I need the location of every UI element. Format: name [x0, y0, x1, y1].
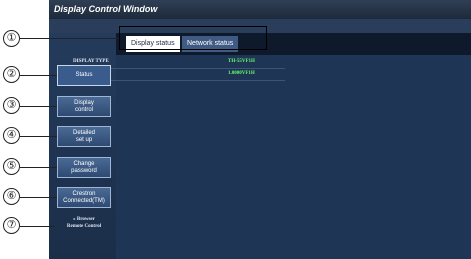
- change-password-label-line2: password: [71, 167, 97, 174]
- status-button-label: Status: [75, 72, 93, 78]
- detailed-setup-label-line2: set up: [75, 136, 93, 143]
- change-password-button[interactable]: Change password: [57, 157, 111, 178]
- status-button[interactable]: Status: [57, 65, 111, 86]
- display-control-label-line1: Display: [74, 99, 94, 106]
- change-password-label-line1: Change: [73, 160, 95, 167]
- callout-1: ①: [3, 30, 20, 47]
- detailed-setup-button[interactable]: Detailed set up: [57, 126, 111, 147]
- crestron-label-line2: Connected(TM): [63, 197, 105, 204]
- callout-5-leader: [20, 167, 57, 168]
- window-title: Display Control Window: [49, 0, 471, 19]
- callout-4-leader: [20, 136, 57, 137]
- display-control-label-line2: control: [74, 106, 93, 113]
- callout-3-leader: [20, 106, 57, 107]
- browser-remote-control-link[interactable]: » Browser Remote Control: [55, 216, 113, 230]
- detailed-setup-label-line1: Detailed: [72, 129, 95, 136]
- callout-1-leader: [20, 38, 119, 39]
- callout-7-leader: [20, 226, 55, 227]
- callout-2: ②: [3, 66, 20, 83]
- display-type-value: TH-55VF1H: [228, 59, 255, 64]
- crestron-button[interactable]: Crestron Connected(TM): [57, 187, 111, 208]
- browser-link-line1: » Browser: [73, 217, 95, 222]
- display-control-button[interactable]: Display control: [57, 96, 111, 117]
- callout-3: ③: [3, 97, 20, 114]
- callout-6: ⑥: [3, 188, 20, 205]
- browser-link-line2: Remote Control: [66, 224, 102, 229]
- crestron-label-line1: Crestron: [72, 190, 96, 197]
- tabs-highlight-frame: [119, 26, 267, 50]
- callout-6-leader: [20, 197, 57, 198]
- callout-7: ⑦: [3, 217, 20, 234]
- main-version-value: 1.0000VF1H: [228, 71, 255, 76]
- callout-5: ⑤: [3, 158, 20, 175]
- callout-4: ④: [3, 127, 20, 144]
- callout-2-leader: [20, 75, 57, 76]
